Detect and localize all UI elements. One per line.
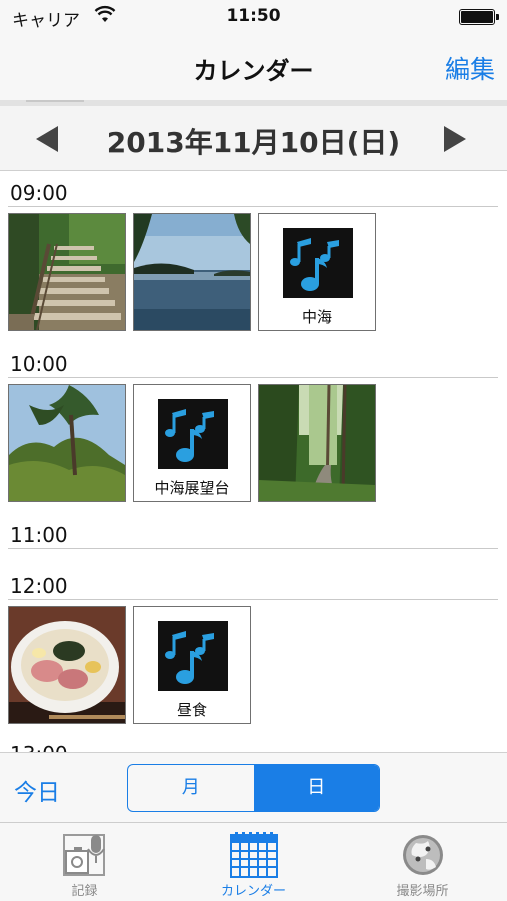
date-bar: 2013年11月10日(日) [0, 106, 507, 171]
tree-photo [9, 385, 125, 501]
tab-label: カレンダー [220, 884, 286, 899]
tab-calendar[interactable]: カレンダー [169, 823, 338, 901]
hour-label: 13:00 [10, 742, 68, 752]
music-label: 中海 [301, 308, 332, 326]
music-label: 昼食 [176, 701, 207, 719]
lake-photo [134, 214, 250, 330]
hour-label: 09:00 [10, 181, 68, 205]
bottom-toolbar: 今日 月 日 [0, 752, 507, 823]
timeline-scroll[interactable]: 09:00 中海 10:00 中海展望台 11:00 12:00 昼食 [0, 171, 507, 752]
hour-label: 10:00 [10, 352, 68, 376]
segment-month[interactable]: 月 [128, 765, 254, 811]
photo-thumbnail[interactable] [8, 384, 126, 502]
ramen-photo [9, 607, 125, 723]
forest-path-photo [259, 385, 375, 501]
photo-thumbnail[interactable] [8, 606, 126, 724]
tab-record[interactable]: 記録 [0, 823, 169, 901]
calendar-grid-icon [230, 832, 278, 878]
stairs-photo [9, 214, 125, 330]
music-thumbnail[interactable]: 昼食 [133, 606, 251, 724]
status-time: 11:50 [226, 6, 281, 26]
music-note-icon [158, 621, 228, 691]
hour-divider [8, 599, 498, 600]
photo-thumbnail[interactable] [133, 213, 251, 331]
status-bar: キャリア 11:50 [0, 0, 507, 34]
camera-mic-icon [63, 834, 105, 876]
music-note-icon [283, 228, 353, 298]
edit-button[interactable]: 編集 [445, 50, 495, 86]
music-thumbnail[interactable]: 中海展望台 [133, 384, 251, 502]
battery-icon [459, 9, 499, 25]
segment-day[interactable]: 日 [253, 765, 379, 811]
photo-thumbnail[interactable] [8, 213, 126, 331]
hour-divider [8, 548, 498, 549]
tab-bar: 記録 カレンダー 撮影場所 [0, 822, 507, 901]
view-mode-segmented-control: 月 日 [127, 764, 380, 812]
hour-divider [8, 377, 498, 378]
hour-label: 12:00 [10, 574, 68, 598]
hour-divider [8, 206, 498, 207]
navigation-bar: カレンダー 編集 [0, 34, 507, 100]
music-note-icon [158, 399, 228, 469]
globe-map-icon [403, 835, 443, 875]
tab-label: 記録 [71, 884, 98, 899]
photo-thumbnail[interactable] [258, 384, 376, 502]
hour-label: 11:00 [10, 523, 68, 547]
page-title: カレンダー [193, 57, 314, 85]
tab-label: 撮影場所 [396, 884, 449, 899]
next-day-arrow-icon[interactable] [444, 126, 466, 152]
music-thumbnail[interactable]: 中海 [258, 213, 376, 331]
today-button[interactable]: 今日 [14, 773, 60, 807]
current-date: 2013年11月10日(日) [106, 126, 401, 159]
music-label: 中海展望台 [154, 479, 230, 497]
tab-location[interactable]: 撮影場所 [338, 823, 507, 901]
